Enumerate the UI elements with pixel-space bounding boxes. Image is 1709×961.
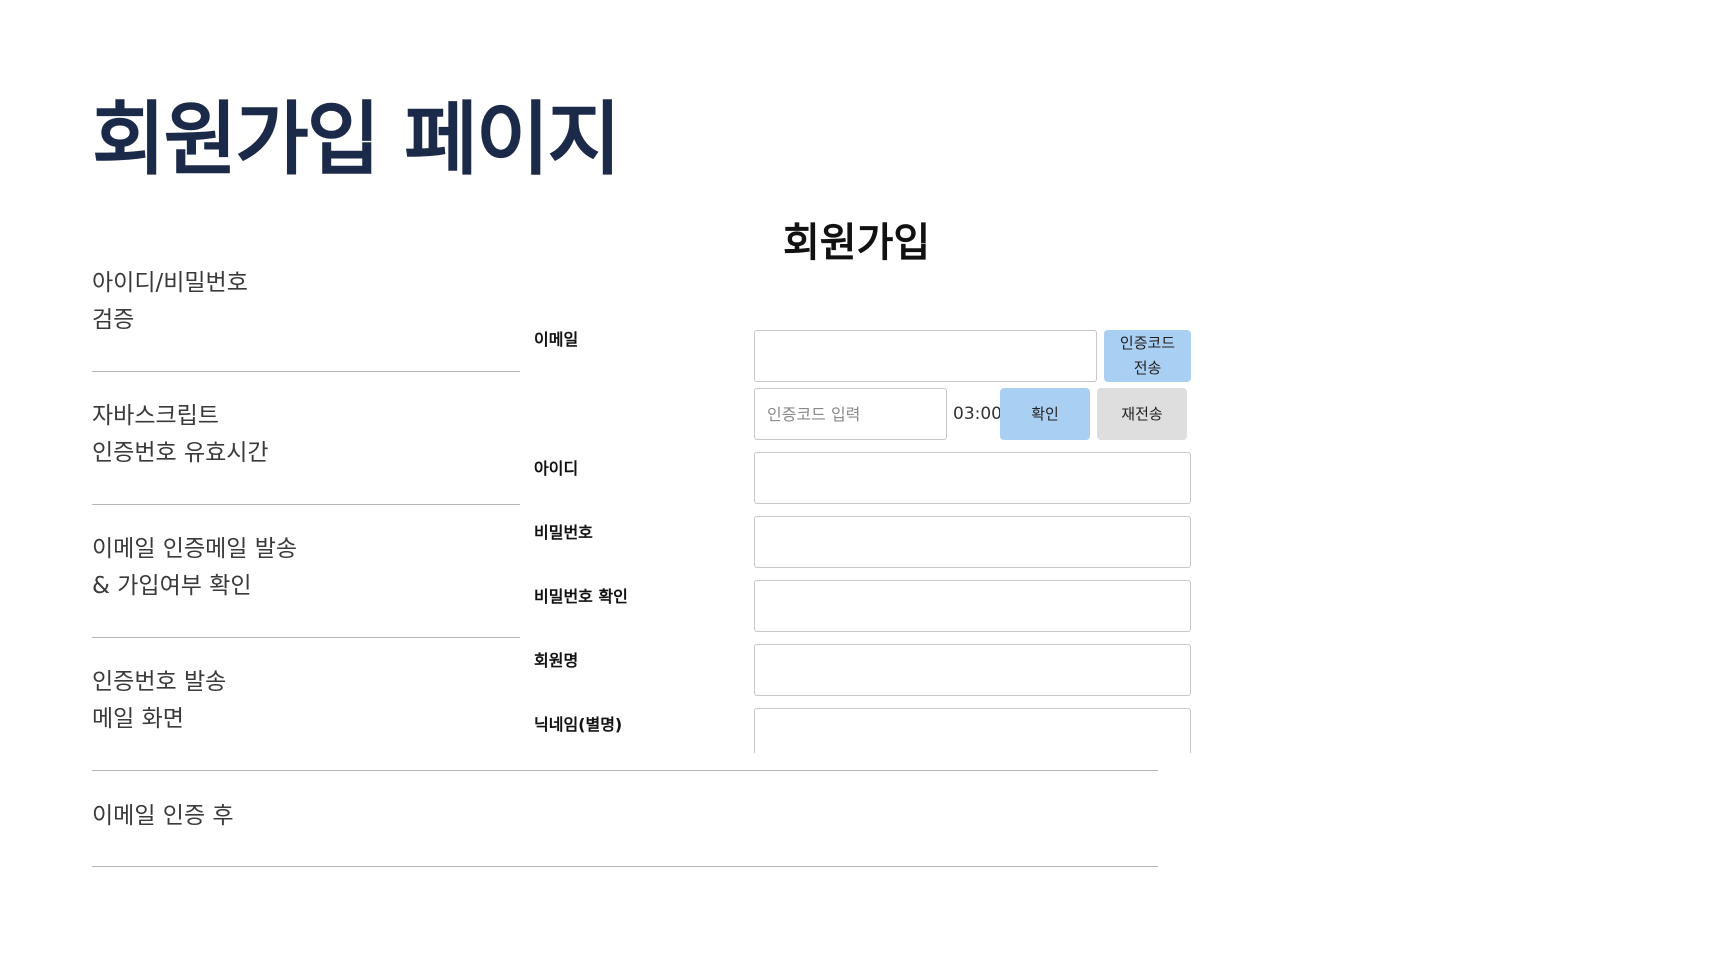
- sidebar-item-line1: 자바스크립트: [92, 403, 219, 429]
- sidebar-item-line1: 아이디/비밀번호: [92, 270, 248, 296]
- nickname-input[interactable]: [754, 708, 1191, 753]
- divider: [92, 866, 1158, 867]
- divider: [92, 637, 520, 638]
- id-label: 아이디: [534, 459, 579, 478]
- nickname-label: 닉네임(별명): [534, 715, 623, 734]
- divider: [92, 770, 1158, 771]
- sidebar-item-line2: 검증: [92, 307, 135, 333]
- send-code-label: 인증코드 전송: [1119, 334, 1176, 377]
- sidebar-item-after-email-verify: 이메일 인증 후: [92, 798, 234, 835]
- sidebar-item-email-send: 이메일 인증메일 발송 & 가입여부 확인: [92, 531, 297, 605]
- name-input[interactable]: [754, 644, 1191, 696]
- password-confirm-input[interactable]: [754, 580, 1191, 632]
- sidebar-item-code-mail-screen: 인증번호 발송 메일 화면: [92, 664, 226, 738]
- password-confirm-label: 비밀번호 확인: [534, 587, 628, 606]
- signup-form: 이메일 인증코드 전송 03:00 확인 재전송 아이디 비밀번호 비밀번호 확…: [530, 320, 1200, 753]
- send-code-button[interactable]: 인증코드 전송: [1104, 330, 1191, 382]
- password-label: 비밀번호: [534, 523, 593, 542]
- sidebar-item-line1: 이메일 인증메일 발송: [92, 536, 298, 562]
- divider: [92, 504, 520, 505]
- sidebar-item-line2: 메일 화면: [92, 706, 184, 732]
- form-title: 회원가입: [783, 220, 931, 266]
- id-input[interactable]: [754, 452, 1191, 504]
- verification-code-input[interactable]: [754, 388, 947, 440]
- sidebar-item-line2: 인증번호 유효시간: [92, 440, 269, 466]
- divider: [92, 371, 520, 372]
- resend-button[interactable]: 재전송: [1097, 388, 1187, 440]
- sidebar-item-line2: & 가입여부 확인: [92, 573, 252, 599]
- confirm-button[interactable]: 확인: [1000, 388, 1090, 440]
- sidebar-item-id-password-validation: 아이디/비밀번호 검증: [92, 265, 248, 339]
- password-input[interactable]: [754, 516, 1191, 568]
- page-title: 회원가입 페이지: [92, 93, 621, 186]
- email-input[interactable]: [754, 330, 1097, 382]
- name-label: 회원명: [534, 651, 579, 670]
- sidebar-item-line1: 인증번호 발송: [92, 669, 227, 695]
- code-timer: 03:00: [953, 404, 1002, 424]
- sidebar-item-line1: 이메일 인증 후: [92, 803, 234, 829]
- email-label: 이메일: [534, 330, 579, 349]
- sidebar-item-js-code-timer: 자바스크립트 인증번호 유효시간: [92, 398, 269, 472]
